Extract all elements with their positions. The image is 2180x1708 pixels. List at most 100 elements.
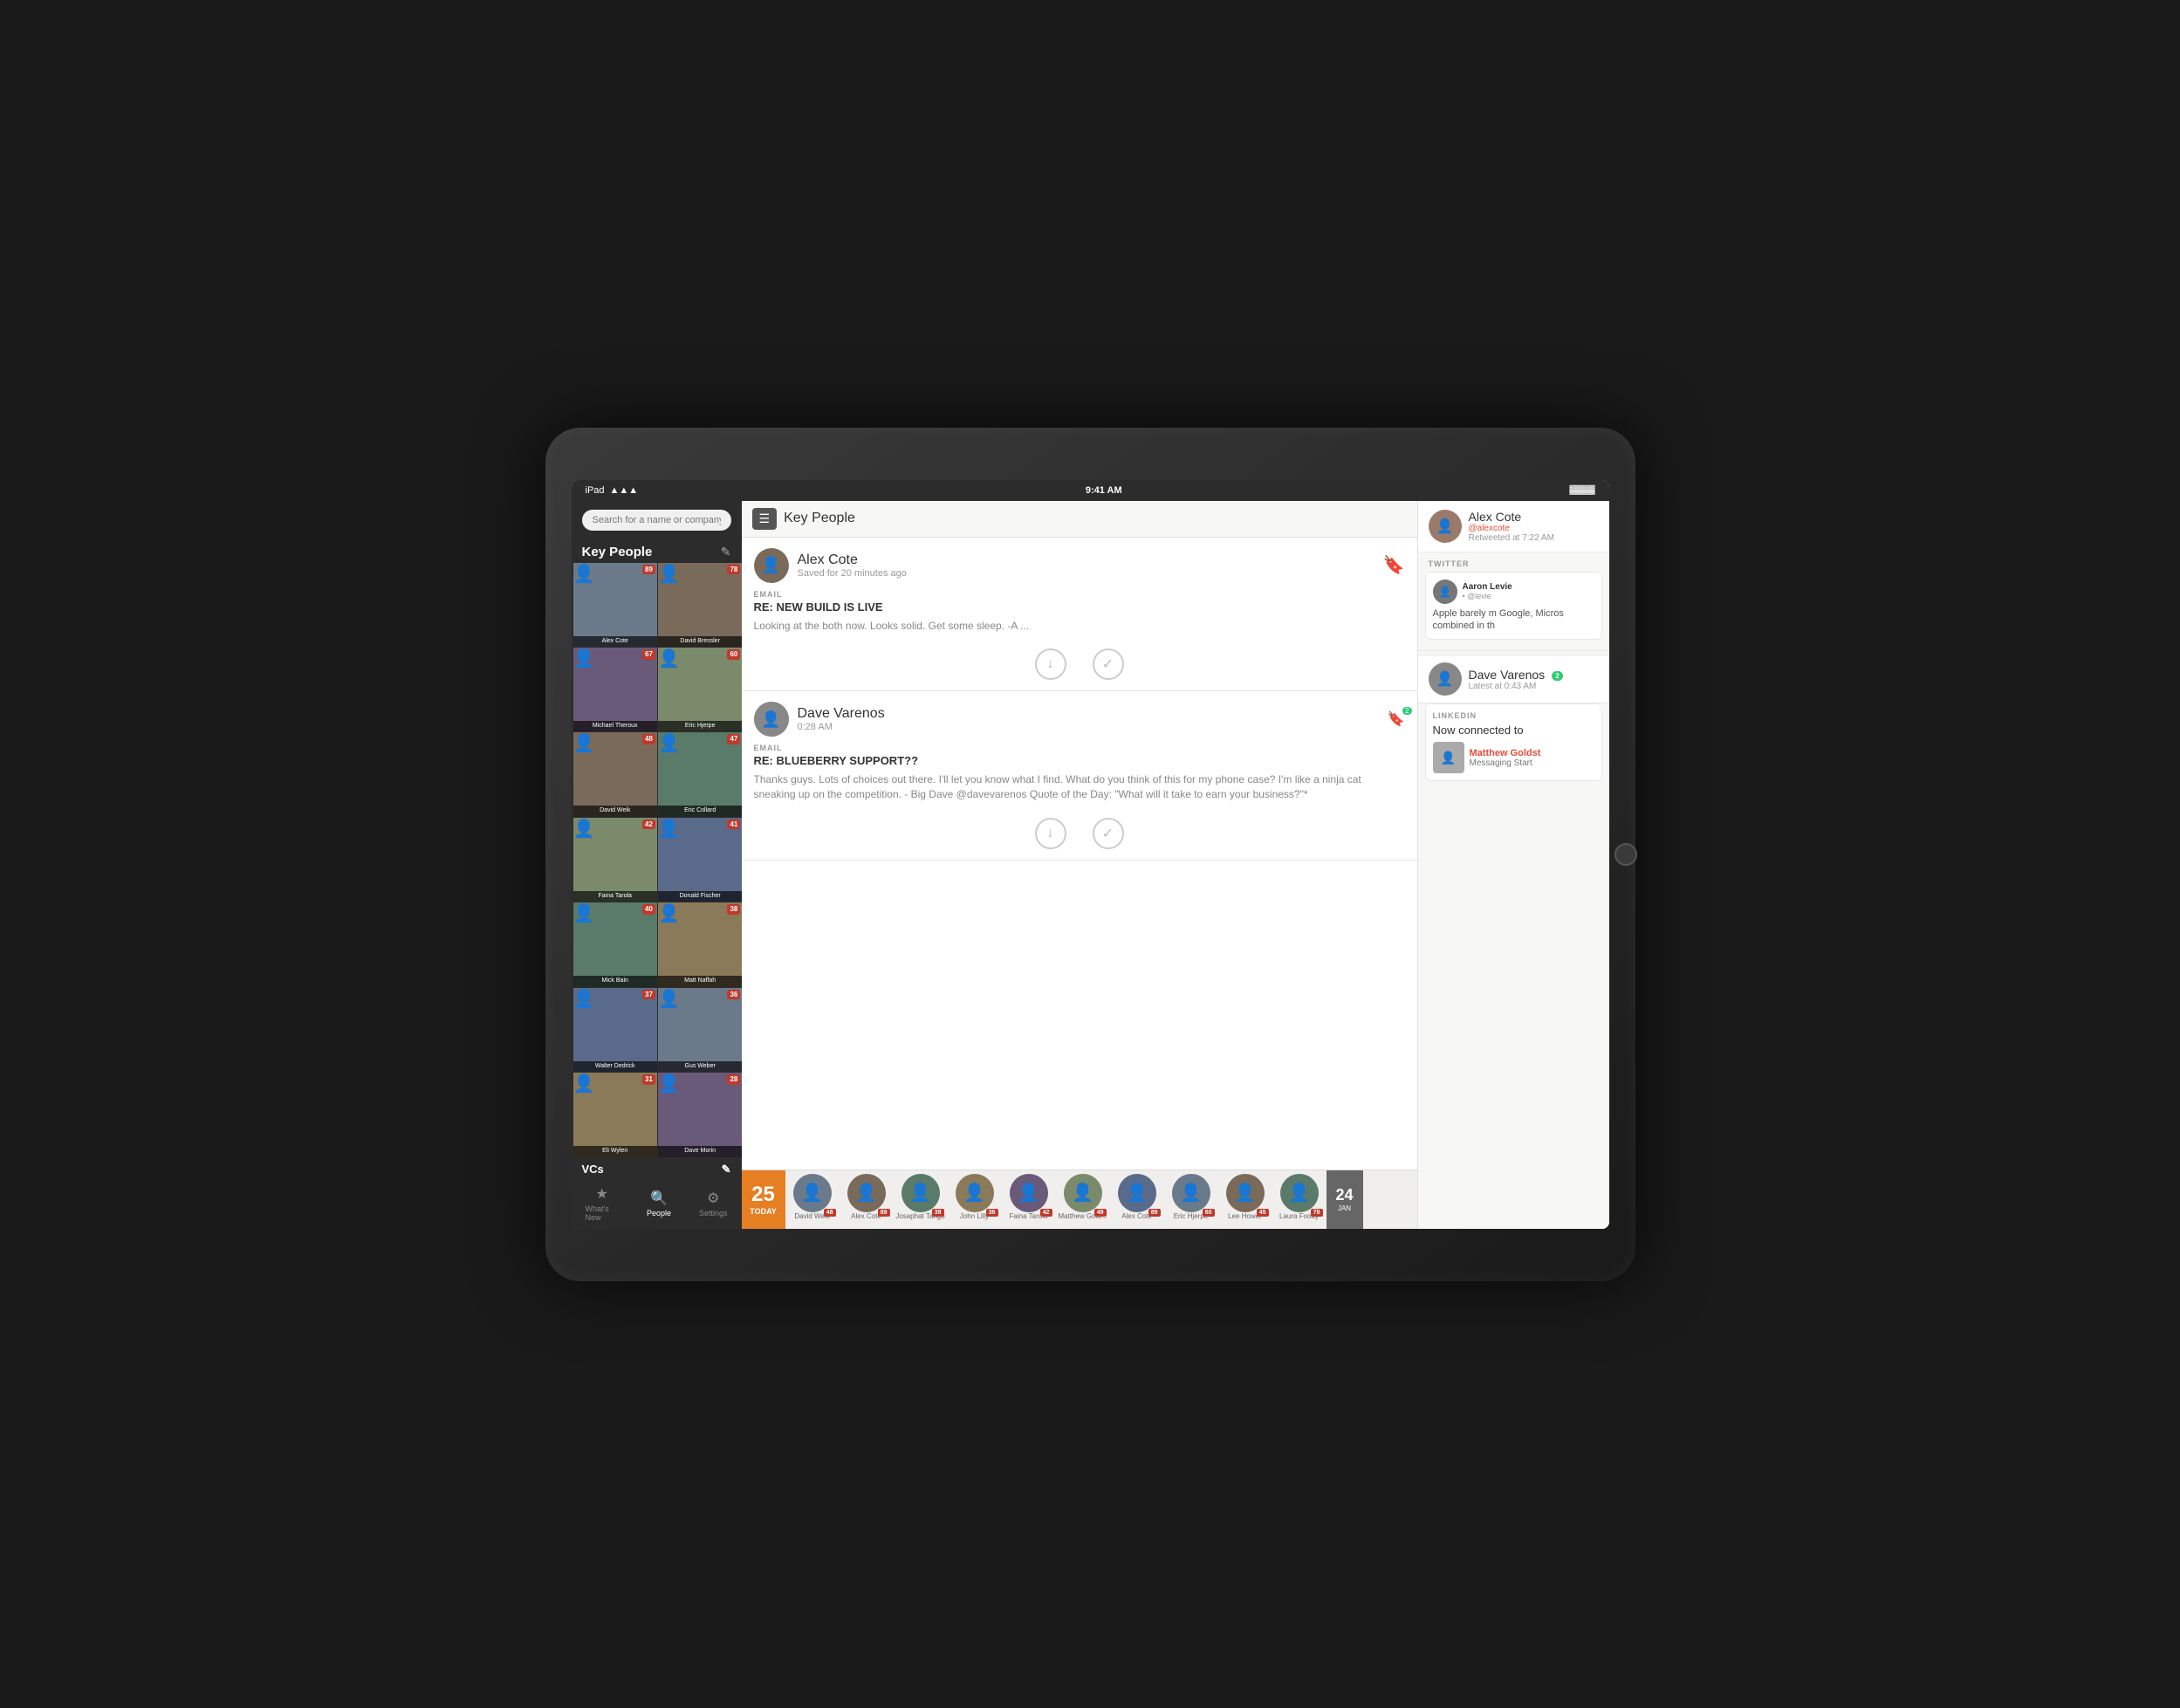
person-cell[interactable]: 👤 60 Eric Hjerpe: [658, 648, 742, 731]
bookmark-icon-alex[interactable]: 🔖: [1383, 554, 1405, 576]
person-score: 67: [642, 649, 655, 660]
feed-subject-dave: RE: BLUEBERRY SUPPORT??: [754, 754, 1405, 767]
timeline-person[interactable]: 👤 45 Lee Hower: [1218, 1170, 1272, 1229]
person-cell[interactable]: 👤 42 Faina Tarola: [573, 818, 657, 902]
right-time-dave: Latest at 0:43 AM: [1469, 682, 1546, 691]
vcs-label: VCs: [582, 1163, 604, 1176]
tl-score: 49: [1094, 1209, 1107, 1217]
person-score: 28: [727, 1074, 740, 1085]
person-cell[interactable]: 👤 78 David Bressler: [658, 563, 742, 647]
action-down-dave[interactable]: ↓: [1035, 818, 1066, 849]
right-name-alex: Alex Cote: [1469, 510, 1554, 524]
key-people-label: Key People: [582, 545, 653, 559]
tab-whats-new[interactable]: ★ What's New: [572, 1183, 633, 1224]
home-button[interactable]: [1614, 843, 1637, 866]
person-name: Eric Hjerpe: [658, 721, 742, 731]
person-score: 78: [727, 565, 740, 575]
center-panel: ☰ Key People 👤 Alex Cote Saved for 20 mi…: [742, 501, 1417, 1229]
timeline-person[interactable]: 👤 38 Josaphat Tango: [894, 1170, 948, 1229]
person-name: Walter Dedrick: [573, 1061, 657, 1072]
timeline-person[interactable]: 👤 60 Eric Hjerpe: [1164, 1170, 1218, 1229]
person-cell[interactable]: 👤 38 Matt Naffah: [658, 902, 742, 986]
today-number: 25: [751, 1183, 775, 1207]
center-header: ☰ Key People: [742, 501, 1417, 538]
person-name: Eric Collard: [658, 806, 742, 816]
person-cell[interactable]: 👤 47 Eric Collard: [658, 732, 742, 816]
feed-item-body-alex: EMAIL RE: NEW BUILD IS LIVE Looking at t…: [742, 590, 1417, 642]
timeline-bar: 25 TODAY 👤 48 David Weik 👤 89 Alex Cote …: [742, 1170, 1417, 1229]
feed-person-name-alex[interactable]: Alex Cote: [798, 552, 1374, 568]
timeline-person[interactable]: 👤 89 Alex Cote: [1110, 1170, 1164, 1229]
feed-avatar-dave: 👤: [754, 702, 789, 737]
feed-type-dave: EMAIL: [754, 744, 1405, 752]
feed-item-body-dave: EMAIL RE: BLUEBERRY SUPPORT?? Thanks guy…: [742, 744, 1417, 811]
feed-preview-dave: Thanks guys. Lots of choices out there. …: [754, 772, 1405, 802]
ipad-screen: iPad ▲▲▲ 9:41 AM ▓▓▓▓ Key People ✎: [572, 480, 1609, 1229]
feed-person-name-dave[interactable]: Dave Varenos: [798, 706, 1379, 722]
edit-icon[interactable]: ✎: [721, 545, 731, 559]
feed-item-alex: 👤 Alex Cote Saved for 20 minutes ago 🔖 E…: [742, 538, 1417, 692]
person-name: Donald Fischer: [658, 891, 742, 902]
tweet-text: Apple barely m Google, Micros combined i…: [1433, 607, 1594, 633]
right-panel: 👤 Alex Cote @alexcote Retweeted at 7:22 …: [1417, 501, 1609, 1229]
person-score: 89: [642, 565, 655, 575]
timeline-person[interactable]: 👤 49 Matthew Gold...: [1056, 1170, 1110, 1229]
feed-subject-alex: RE: NEW BUILD IS LIVE: [754, 600, 1405, 614]
right-avatar-dave: 👤: [1429, 662, 1462, 696]
bookmark-icon-dave[interactable]: 🔖2: [1388, 710, 1405, 728]
timeline-person[interactable]: 👤 42 Faina Tarola: [1002, 1170, 1056, 1229]
feed-item-dave: 👤 Dave Varenos 0:28 AM 🔖2 EMAIL RE: BLUE…: [742, 691, 1417, 861]
person-score: 37: [642, 990, 655, 1000]
tl-score: 45: [1257, 1209, 1269, 1217]
tl-score: 89: [1148, 1209, 1161, 1217]
timeline-person[interactable]: 👤 48 David Weik: [785, 1170, 840, 1229]
timeline-person[interactable]: 👤 36 John Lilly: [948, 1170, 1002, 1229]
person-cell[interactable]: 👤 28 Dave Morin: [658, 1073, 742, 1156]
action-down-alex[interactable]: ↓: [1035, 648, 1066, 680]
status-bar: iPad ▲▲▲ 9:41 AM ▓▓▓▓: [572, 480, 1609, 501]
search-input[interactable]: [582, 510, 731, 531]
wifi-icon: ▲▲▲: [610, 485, 639, 496]
action-check-dave[interactable]: ✓: [1093, 818, 1124, 849]
right-person2-info: Dave Varenos Latest at 0:43 AM: [1469, 668, 1546, 691]
person-cell[interactable]: 👤 37 Walter Dedrick: [573, 988, 657, 1072]
right-person-info-alex: Alex Cote @alexcote Retweeted at 7:22 AM: [1469, 510, 1554, 543]
right-tweet: 👤 Aaron Levie • @levie Apple barely m Go…: [1425, 572, 1602, 641]
timeline-person[interactable]: 👤 78 Laura Foody: [1272, 1170, 1327, 1229]
action-check-alex[interactable]: ✓: [1093, 648, 1124, 680]
feed-item-dave-header: 👤 Dave Varenos 0:28 AM 🔖2: [742, 691, 1417, 744]
menu-button[interactable]: ☰: [752, 508, 778, 530]
tab-settings[interactable]: ⚙ Settings: [685, 1188, 742, 1219]
tweet-author-info: Aaron Levie • @levie: [1463, 582, 1512, 600]
feed-person-time-dave: 0:28 AM: [798, 722, 1379, 732]
section-header-key-people: Key People ✎: [572, 539, 742, 563]
person-score: 31: [642, 1074, 655, 1085]
date-num-24: 24: [1335, 1186, 1353, 1204]
settings-icon: ⚙: [707, 1190, 719, 1207]
person-cell[interactable]: 👤 36 Gus Weber: [658, 988, 742, 1072]
feed-preview-alex: Looking at the both now. Looks solid. Ge…: [754, 619, 1405, 634]
person-score: 60: [727, 649, 740, 660]
person-cell[interactable]: 👤 67 Michael Theroux: [573, 648, 657, 731]
feed-actions-alex: ↓ ✓: [742, 641, 1417, 690]
tab-people[interactable]: 🔍 People: [633, 1188, 685, 1219]
timeline-date-jan24: 24 JAN: [1327, 1170, 1363, 1229]
timeline-person[interactable]: 👤 89 Alex Cote: [840, 1170, 894, 1229]
person-cell[interactable]: 👤 89 Alex Cote: [573, 563, 657, 647]
person-cell[interactable]: 👤 41 Donald Fischer: [658, 818, 742, 902]
feed-item-alex-header: 👤 Alex Cote Saved for 20 minutes ago 🔖: [742, 538, 1417, 590]
vcs-edit-icon[interactable]: ✎: [722, 1163, 731, 1176]
device-label: iPad: [586, 485, 605, 496]
feed-person-time-alex: Saved for 20 minutes ago: [798, 568, 1374, 579]
person-cell[interactable]: 👤 31 Eli Wylen: [573, 1073, 657, 1156]
linkedin-title: Messaging Start: [1470, 758, 1541, 768]
right-person-header-alex: 👤 Alex Cote @alexcote Retweeted at 7:22 …: [1418, 501, 1609, 552]
tl-score: 36: [986, 1209, 998, 1217]
person-score: 47: [727, 734, 740, 744]
linkedin-header: LINKEDIN: [1433, 711, 1594, 720]
person-cell[interactable]: 👤 40 Mick Bain: [573, 902, 657, 986]
tweet-author: Aaron Levie: [1463, 582, 1512, 592]
battery-icon: ▓▓▓▓: [1569, 485, 1594, 495]
person-cell[interactable]: 👤 48 David Weik: [573, 732, 657, 816]
date-label-jan: JAN: [1338, 1204, 1351, 1212]
